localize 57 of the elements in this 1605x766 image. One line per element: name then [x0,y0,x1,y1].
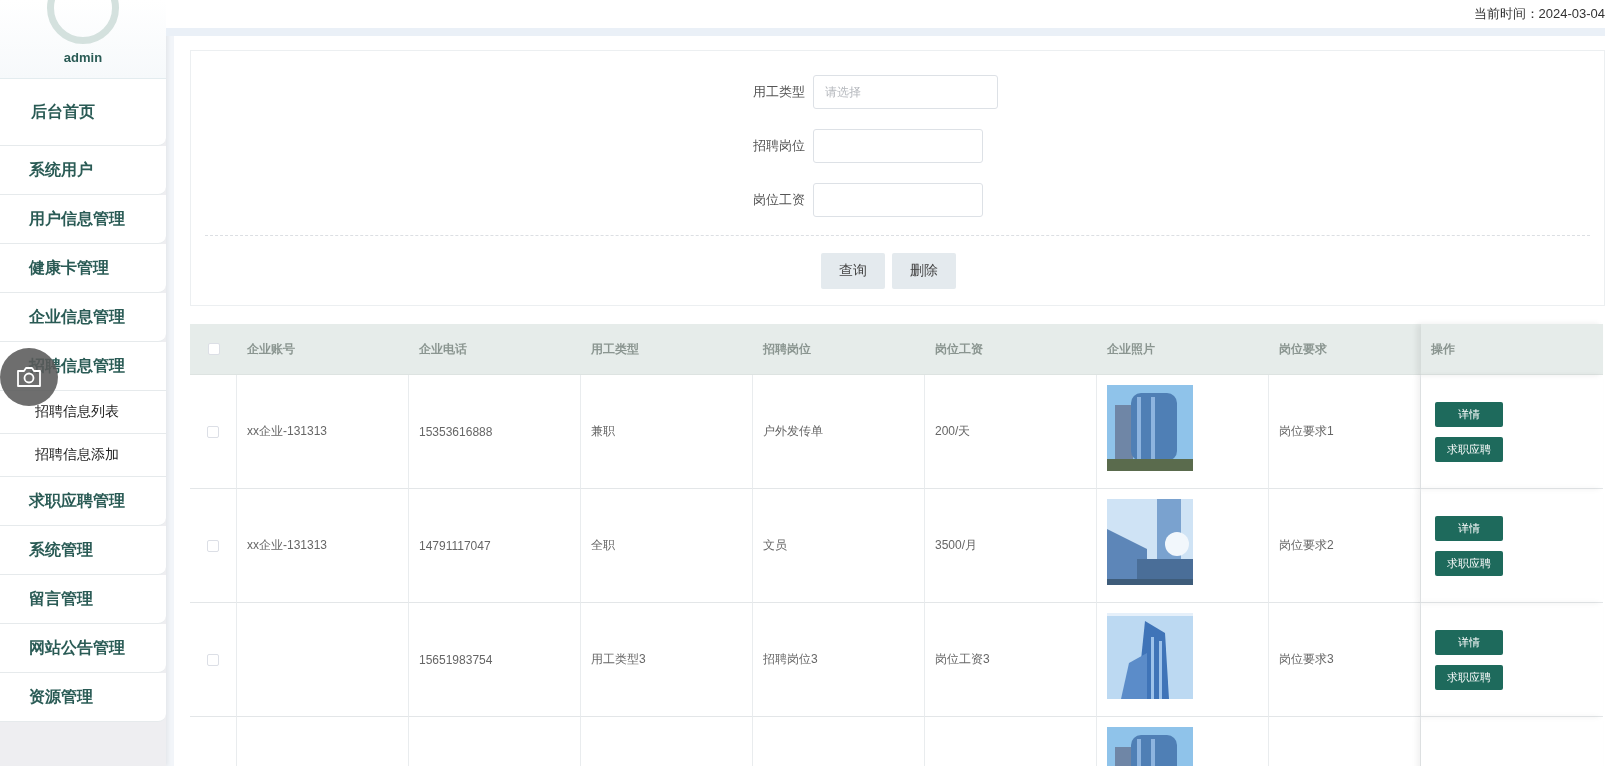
column-header: 招聘岗位 [753,324,925,375]
column-header: 岗位要求 [1269,324,1421,375]
delete-button[interactable]: 删除 [892,253,956,289]
table-cell: 兼职 [581,375,753,489]
apply-button[interactable]: 求职应聘 [1435,664,1503,690]
search-button[interactable]: 查询 [821,253,885,289]
column-header: 企业账号 [237,324,409,375]
input-field[interactable] [813,183,983,217]
column-header: 用工类型 [581,324,753,375]
table-cell: 文员 [753,489,925,603]
table-cell: 200/天 [925,375,1097,489]
sidebar-item[interactable]: 用户信息管理 [0,195,166,244]
table-cell: 招聘岗位3 [753,603,925,717]
sidebar-item[interactable]: 求职应聘管理 [0,477,166,526]
sidebar-subitem[interactable]: 招聘信息添加 [0,434,166,477]
checkbox[interactable] [207,343,220,355]
field-label: 岗位工资 [752,191,806,209]
details-button[interactable]: 详情 [1435,515,1503,541]
select-field[interactable]: 请选择 [813,75,998,109]
sidebar-subitem[interactable]: 招聘信息列表 [0,391,166,434]
sidebar-item[interactable]: 资源管理 [0,673,166,722]
sidebar-item[interactable]: 系统管理 [0,526,166,575]
column-header: 企业电话 [409,324,581,375]
table-cell: xx企业-131313 [237,489,409,603]
checkbox[interactable] [207,539,219,552]
table-cell: 岗位要求3 [1269,603,1421,717]
input-field[interactable] [813,129,983,163]
apply-button[interactable]: 求职应聘 [1435,550,1503,576]
sidebar-item[interactable]: 留言管理 [0,575,166,624]
details-button[interactable]: 详情 [1435,629,1503,655]
table-cell: 全职 [581,489,753,603]
table-cell: xx企业-131313 [237,375,409,489]
column-header: 岗位工资 [925,324,1097,375]
sidebar-item[interactable]: 网站公告管理 [0,624,166,673]
checkbox[interactable] [207,425,219,438]
checkbox[interactable] [207,653,219,666]
column-header: 操作 [1421,324,1603,375]
sidebar-item[interactable]: 后台首页 [0,79,166,146]
column-header: 企业照片 [1097,324,1269,375]
table-cell: 岗位要求1 [1269,375,1421,489]
table-cell: 用工类型3 [581,603,753,717]
apply-button[interactable]: 求职应聘 [1435,436,1503,462]
current-time: 当前时间：2024-03-04 [1473,5,1605,23]
table-cell: 15353616888 [409,375,581,489]
sidebar-item[interactable]: 系统用户 [0,146,166,195]
sidebar-item[interactable]: 健康卡管理 [0,244,166,293]
field-label: 用工类型 [752,83,806,101]
table-cell: 15651983754 [409,603,581,717]
table-cell: 岗位要求2 [1269,489,1421,603]
sidebar-item[interactable]: 企业信息管理 [0,293,166,342]
table-cell: 岗位工资3 [925,603,1097,717]
table-cell: 14791117047 [409,489,581,603]
field-label: 招聘岗位 [752,137,806,155]
table-cell: 户外发传单 [753,375,925,489]
details-button[interactable]: 详情 [1435,401,1503,427]
table-cell: 3500/月 [925,489,1097,603]
user-name: admin [63,50,103,65]
